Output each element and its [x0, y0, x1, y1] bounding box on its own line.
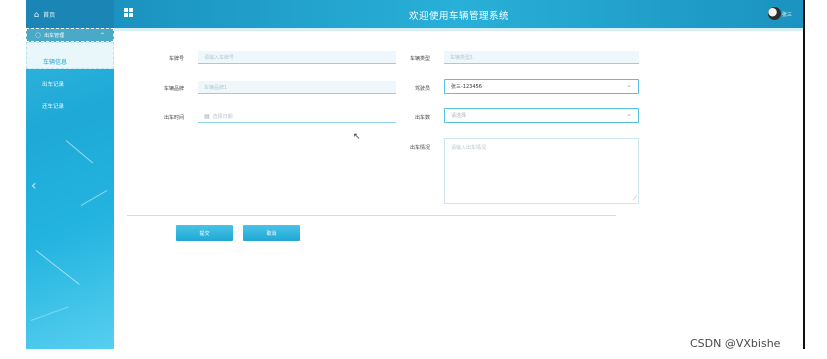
resize-handle-icon[interactable]: ⟋ — [633, 195, 637, 203]
sidebar-item-label: 出车记录 — [42, 82, 65, 88]
depart-count-label: 出车数 — [414, 115, 430, 121]
sidebar-group-label: 出车管理 — [44, 32, 65, 39]
depart-count-placeholder: 请选择 — [451, 113, 467, 119]
decorative-streak — [35, 250, 80, 285]
watermark: CSDN @VXbishe — [690, 337, 781, 350]
calendar-icon: ▦ — [204, 112, 210, 120]
vehicle-brand-input[interactable]: 车辆品牌1 — [198, 81, 396, 94]
sidebar-item-depart-records[interactable]: 出车记录 — [42, 80, 64, 88]
page-title: 欢迎使用车辆管理系统 — [408, 11, 509, 22]
depart-time-placeholder: 选择日期 — [212, 113, 233, 120]
driver-label: 驾驶员 — [414, 86, 430, 92]
driver-value: 张三-123456 — [451, 84, 482, 90]
form-divider — [127, 215, 616, 216]
chevron-up-icon: ⌃ — [99, 32, 105, 39]
mouse-cursor-icon: ↖ — [353, 132, 361, 142]
sidebar-item-return-records[interactable]: 还车记录 — [42, 102, 64, 110]
main-content: 车牌号 请输入车牌号 车辆类型 车辆类型1 车辆品牌 车辆品牌1 驾驶员 张三-… — [114, 28, 804, 349]
sidebar-item-vehicle-info[interactable]: 车辆信息 — [26, 42, 114, 69]
vehicle-type-placeholder: 车辆类型1 — [450, 54, 474, 61]
app-window: ⌂ 首页 ◌ 出车管理 ⌃ 车辆信息 出车记录 还车记录 ‹ 欢迎使用车辆管理系… — [26, 0, 804, 349]
depart-count-select[interactable]: 请选择 ⌄ — [444, 108, 639, 123]
vehicle-brand-placeholder: 车辆品牌1 — [204, 84, 228, 91]
decorative-streak — [65, 140, 94, 164]
depart-situation-label: 出车情况 — [409, 145, 430, 151]
sidebar-home-label: 首页 — [43, 11, 56, 19]
username[interactable]: 张三 — [782, 11, 792, 18]
vehicle-type-label: 车辆类型 — [409, 56, 430, 62]
vehicle-type-input[interactable]: 车辆类型1 — [444, 51, 639, 64]
cancel-button[interactable]: 取消 — [243, 225, 300, 241]
submit-button[interactable]: 提交 — [176, 225, 233, 241]
decorative-streak — [80, 190, 108, 206]
decorative-streak — [30, 306, 69, 321]
chevron-down-icon: ⌄ — [626, 110, 632, 118]
vehicle-brand-label: 车辆品牌 — [163, 86, 184, 92]
avatar[interactable] — [768, 7, 781, 20]
plate-label: 车牌号 — [168, 56, 184, 62]
home-icon: ⌂ — [34, 9, 40, 19]
plate-placeholder: 请输入车牌号 — [204, 54, 235, 61]
chevron-down-icon: ⌄ — [626, 81, 632, 89]
plate-input[interactable]: 请输入车牌号 — [198, 51, 396, 64]
sidebar-item-label: 车辆信息 — [43, 59, 68, 66]
sidebar: ⌂ 首页 ◌ 出车管理 ⌃ 车辆信息 出车记录 还车记录 ‹ — [26, 0, 114, 349]
window-edge — [803, 0, 805, 349]
sidebar-group-header[interactable]: ◌ 出车管理 ⌃ — [26, 28, 114, 42]
sidebar-item-label: 还车记录 — [42, 104, 65, 110]
chat-icon: ◌ — [35, 31, 42, 39]
depart-situation-textarea[interactable]: 请输入出车情况 ⟋ — [444, 138, 639, 204]
top-strip — [114, 28, 804, 31]
depart-time-label: 出车时间 — [163, 115, 184, 121]
depart-situation-placeholder: 请输入出车情况 — [451, 145, 487, 151]
sidebar-home[interactable]: ⌂ 首页 — [26, 0, 114, 28]
chevron-left-icon[interactable]: ‹ — [31, 178, 37, 194]
depart-time-picker[interactable]: ▦ 选择日期 — [198, 110, 396, 123]
header-bar: 欢迎使用车辆管理系统 张三 — [114, 0, 804, 28]
driver-select[interactable]: 张三-123456 ⌄ — [444, 79, 639, 94]
